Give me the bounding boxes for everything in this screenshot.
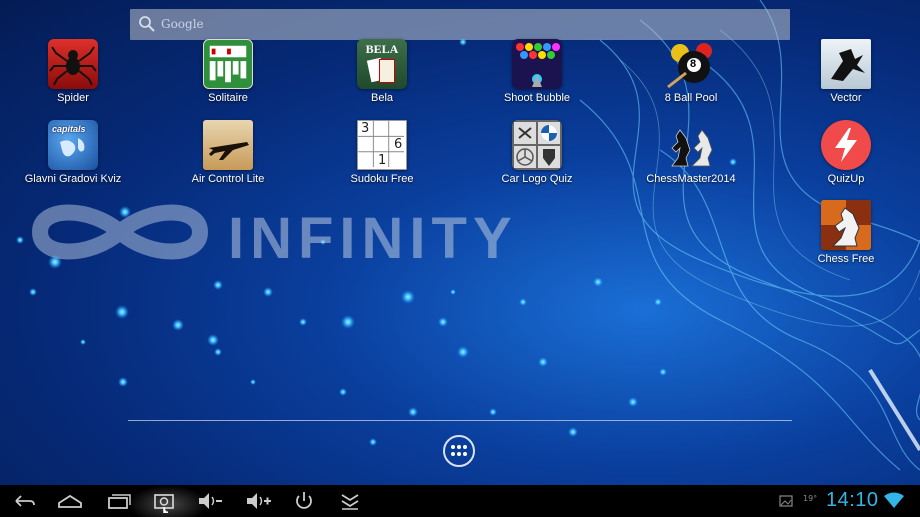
app-label: Sudoku Free: [350, 173, 414, 185]
app-vector[interactable]: Vector: [791, 39, 901, 104]
volume-down-icon[interactable]: [196, 489, 224, 513]
app-bela[interactable]: BELA Bela: [327, 39, 437, 104]
search-placeholder: Google: [161, 17, 204, 31]
wifi-icon: [884, 492, 904, 508]
quizup-icon: [821, 120, 871, 170]
brand-watermark: INFINITY: [228, 206, 518, 271]
chess-free-icon: [821, 200, 871, 250]
bela-icon-text: BELA: [365, 42, 399, 56]
system-navigation-bar: [0, 485, 920, 517]
google-search-bar[interactable]: Google: [130, 9, 790, 40]
app-label: Bela: [370, 92, 394, 104]
shoot-bubble-icon: [512, 39, 562, 89]
sudoku-digit: 6: [394, 137, 403, 152]
app-label: ChessMaster2014: [646, 173, 736, 185]
app-spider[interactable]: Spider: [18, 39, 128, 104]
chess-knights-icon: [666, 120, 716, 170]
globe-icon-text: capitals: [52, 124, 86, 134]
sudoku-digit: 3: [361, 121, 370, 136]
app-glavni-gradovi-kviz[interactable]: capitals Glavni Gradovi Kviz: [18, 120, 128, 185]
app-label: Chess Free: [817, 253, 875, 265]
app-label: Spider: [57, 92, 89, 104]
temperature-readout: 19°: [803, 494, 818, 503]
screenshot-icon[interactable]: [150, 489, 178, 513]
vector-icon: [821, 39, 871, 89]
bela-icon: BELA: [357, 39, 407, 89]
app-shoot-bubble[interactable]: Shoot Bubble: [482, 39, 592, 104]
app-label: Air Control Lite: [191, 173, 265, 185]
app-car-logo-quiz[interactable]: Car Logo Quiz: [482, 120, 592, 185]
dock-divider: [128, 420, 792, 421]
status-clock: 14:10: [826, 489, 879, 511]
airplane-icon: [203, 120, 253, 170]
app-drawer-button[interactable]: [443, 435, 475, 467]
app-air-control-lite[interactable]: Air Control Lite: [173, 120, 283, 185]
eight-ball-icon: 8: [666, 39, 716, 89]
app-label: 8 Ball Pool: [664, 92, 718, 104]
search-icon: [139, 16, 155, 32]
app-chessmaster2014[interactable]: ChessMaster2014: [636, 120, 746, 185]
app-label: Shoot Bubble: [503, 92, 571, 104]
globe-icon: capitals: [48, 120, 98, 170]
app-label: Car Logo Quiz: [501, 173, 573, 185]
spider-icon: [48, 39, 98, 89]
car-logo-icon: [512, 120, 562, 170]
app-8-ball-pool[interactable]: 8 8 Ball Pool: [636, 39, 746, 104]
sudoku-icon: 3 6 1: [357, 120, 407, 170]
solitaire-icon: [203, 39, 253, 89]
app-solitaire[interactable]: Solitaire: [173, 39, 283, 104]
app-quizup[interactable]: QuizUp: [791, 120, 901, 185]
volume-up-icon[interactable]: [244, 489, 272, 513]
menu-collapse-icon[interactable]: [336, 489, 364, 513]
app-grid-icon: [451, 445, 467, 456]
back-icon[interactable]: [10, 489, 38, 513]
app-label: Glavni Gradovi Kviz: [24, 173, 122, 185]
home-icon[interactable]: [56, 489, 84, 513]
sudoku-digit: 1: [378, 153, 387, 168]
power-icon[interactable]: [290, 489, 318, 513]
wallpaper: INFINITY: [16, 0, 920, 471]
app-chess-free[interactable]: Chess Free: [791, 200, 901, 265]
app-label: Vector: [830, 92, 862, 104]
app-label: Solitaire: [208, 92, 248, 104]
gallery-notification-icon: [779, 495, 793, 507]
app-label: QuizUp: [827, 173, 865, 185]
app-sudoku-free[interactable]: 3 6 1 Sudoku Free: [327, 120, 437, 185]
eight-ball-number: 8: [690, 58, 697, 70]
